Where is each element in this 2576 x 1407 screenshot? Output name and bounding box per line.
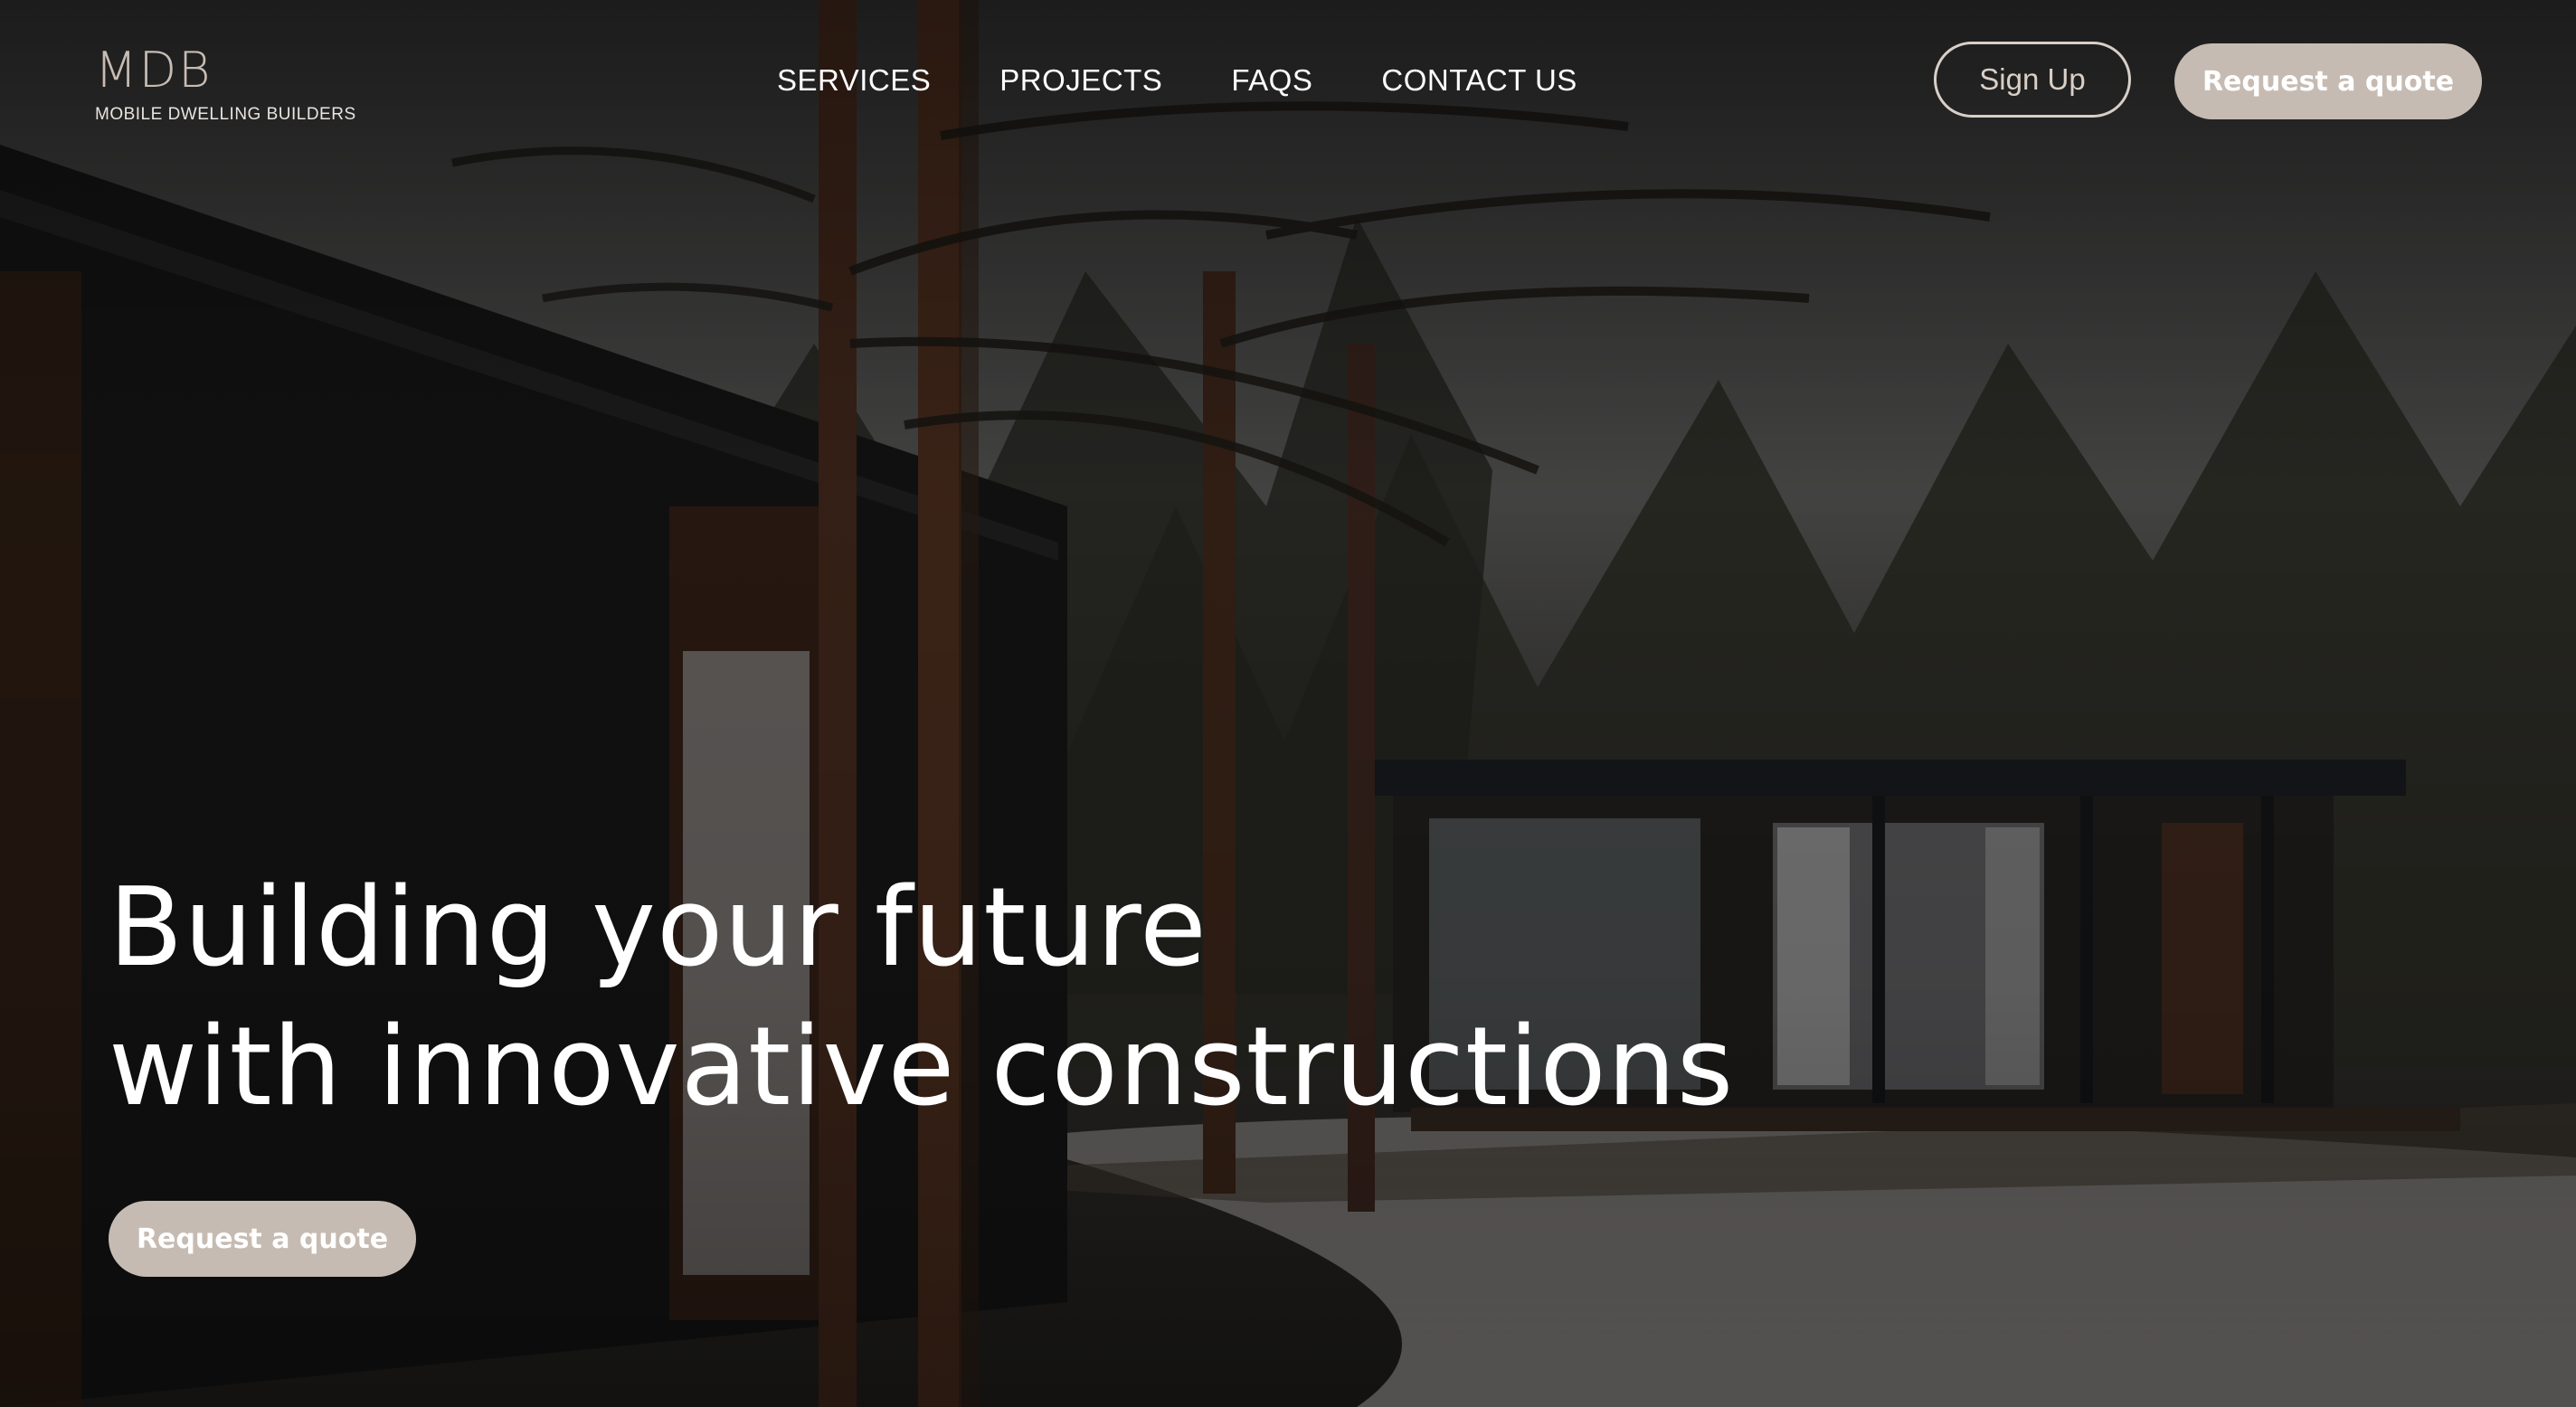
hero-headline-line-2: with innovative constructions <box>109 1005 1735 1130</box>
hero-headline: Building your future with innovative con… <box>109 859 1734 1138</box>
hero-dark-overlay <box>0 0 2576 1407</box>
header-request-quote-button[interactable]: Request a quote <box>2174 43 2482 119</box>
main-nav: SERVICES PROJECTS FAQS CONTACT US <box>777 63 1577 98</box>
nav-link-services[interactable]: SERVICES <box>777 63 931 98</box>
sign-up-button[interactable]: Sign Up <box>1934 42 2131 118</box>
hero-section: MDB MOBILE DWELLING BUILDERS SERVICES PR… <box>0 0 2576 1407</box>
logo-tagline: MOBILE DWELLING BUILDERS <box>95 105 356 124</box>
nav-link-contact-us[interactable]: CONTACT US <box>1381 63 1577 98</box>
hero-request-quote-button[interactable]: Request a quote <box>109 1201 416 1277</box>
nav-link-faqs[interactable]: FAQS <box>1231 63 1312 98</box>
hero-headline-line-1: Building your future <box>109 865 1208 991</box>
logo-mark: MDB <box>95 42 213 99</box>
site-logo[interactable]: MDB MOBILE DWELLING BUILDERS <box>95 45 356 125</box>
nav-link-projects[interactable]: PROJECTS <box>999 63 1162 98</box>
